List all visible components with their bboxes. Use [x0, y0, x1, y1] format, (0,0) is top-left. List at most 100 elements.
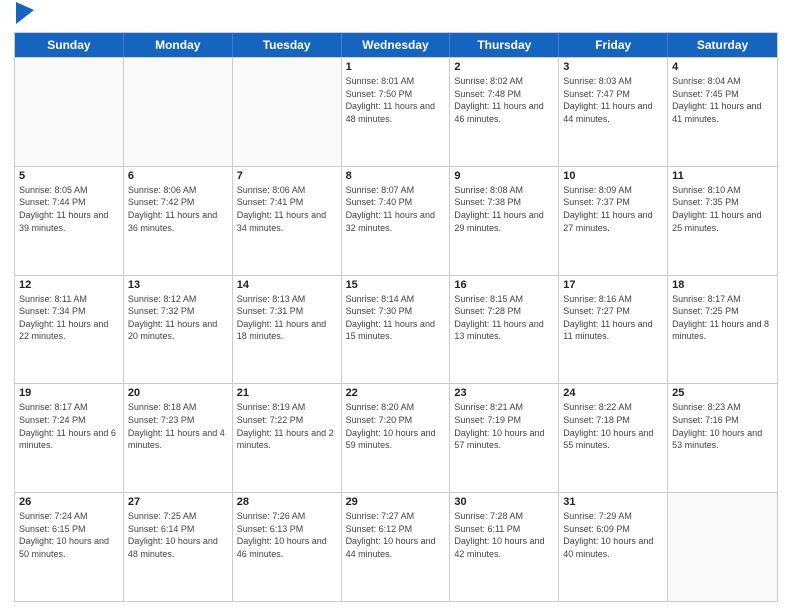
- calendar-cell: 30 Sunrise: 7:28 AM Sunset: 6:11 PM Dayli…: [450, 493, 559, 601]
- day-info: Sunrise: 7:28 AM Sunset: 6:11 PM Dayligh…: [454, 510, 554, 560]
- calendar-cell: 26 Sunrise: 7:24 AM Sunset: 6:15 PM Dayli…: [15, 493, 124, 601]
- header-cell-thursday: Thursday: [450, 33, 559, 57]
- day-number: 31: [563, 496, 663, 508]
- day-number: 15: [346, 279, 446, 291]
- header-cell-monday: Monday: [124, 33, 233, 57]
- calendar-cell: 16 Sunrise: 8:15 AM Sunset: 7:28 PM Dayli…: [450, 276, 559, 384]
- day-number: 7: [237, 170, 337, 182]
- calendar-cell: 19 Sunrise: 8:17 AM Sunset: 7:24 PM Dayli…: [15, 384, 124, 492]
- day-info: Sunrise: 8:18 AM Sunset: 7:23 PM Dayligh…: [128, 401, 228, 451]
- day-number: 29: [346, 496, 446, 508]
- day-number: 22: [346, 387, 446, 399]
- calendar-week-4: 19 Sunrise: 8:17 AM Sunset: 7:24 PM Dayli…: [15, 383, 777, 492]
- day-info: Sunrise: 7:27 AM Sunset: 6:12 PM Dayligh…: [346, 510, 446, 560]
- day-info: Sunrise: 8:06 AM Sunset: 7:41 PM Dayligh…: [237, 184, 337, 234]
- day-number: 18: [672, 279, 773, 291]
- day-info: Sunrise: 7:24 AM Sunset: 6:15 PM Dayligh…: [19, 510, 119, 560]
- day-info: Sunrise: 8:17 AM Sunset: 7:24 PM Dayligh…: [19, 401, 119, 451]
- day-info: Sunrise: 8:17 AM Sunset: 7:25 PM Dayligh…: [672, 293, 773, 343]
- logo: [14, 10, 34, 24]
- calendar-cell: 7 Sunrise: 8:06 AM Sunset: 7:41 PM Daylig…: [233, 167, 342, 275]
- calendar-cell: 21 Sunrise: 8:19 AM Sunset: 7:22 PM Dayli…: [233, 384, 342, 492]
- calendar-cell: 12Sunrise: 8:11 AM Sunset: 7:34 PM Dayli…: [15, 276, 124, 384]
- calendar-cell: 17 Sunrise: 8:16 AM Sunset: 7:27 PM Dayli…: [559, 276, 668, 384]
- header-cell-sunday: Sunday: [15, 33, 124, 57]
- day-info: Sunrise: 8:04 AM Sunset: 7:45 PM Dayligh…: [672, 75, 773, 125]
- calendar-cell: 13 Sunrise: 8:12 AM Sunset: 7:32 PM Dayli…: [124, 276, 233, 384]
- day-number: 11: [672, 170, 773, 182]
- calendar-cell: 9 Sunrise: 8:08 AM Sunset: 7:38 PM Daylig…: [450, 167, 559, 275]
- day-number: 8: [346, 170, 446, 182]
- calendar-cell: 27Sunrise: 7:25 AM Sunset: 6:14 PM Dayli…: [124, 493, 233, 601]
- day-info: Sunrise: 7:25 AM Sunset: 6:14 PM Dayligh…: [128, 510, 228, 560]
- calendar-cell: 2 Sunrise: 8:02 AM Sunset: 7:48 PM Daylig…: [450, 58, 559, 166]
- day-number: 20: [128, 387, 228, 399]
- day-number: 19: [19, 387, 119, 399]
- day-info: Sunrise: 8:07 AM Sunset: 7:40 PM Dayligh…: [346, 184, 446, 234]
- calendar-cell: [668, 493, 777, 601]
- calendar-cell: 14 Sunrise: 8:13 AM Sunset: 7:31 PM Dayli…: [233, 276, 342, 384]
- day-number: 10: [563, 170, 663, 182]
- day-info: Sunrise: 8:01 AM Sunset: 7:50 PM Dayligh…: [346, 75, 446, 125]
- day-info: Sunrise: 8:15 AM Sunset: 7:28 PM Dayligh…: [454, 293, 554, 343]
- day-number: 2: [454, 61, 554, 73]
- day-info: Sunrise: 8:11 AM Sunset: 7:34 PM Dayligh…: [19, 293, 119, 343]
- day-number: 30: [454, 496, 554, 508]
- calendar-cell: 15 Sunrise: 8:14 AM Sunset: 7:30 PM Dayli…: [342, 276, 451, 384]
- calendar-cell: 4 Sunrise: 8:04 AM Sunset: 7:45 PM Daylig…: [668, 58, 777, 166]
- day-number: 5: [19, 170, 119, 182]
- day-info: Sunrise: 8:13 AM Sunset: 7:31 PM Dayligh…: [237, 293, 337, 343]
- calendar-cell: 18 Sunrise: 8:17 AM Sunset: 7:25 PM Dayli…: [668, 276, 777, 384]
- calendar-cell: 25Sunrise: 8:23 AM Sunset: 7:16 PM Dayli…: [668, 384, 777, 492]
- day-info: Sunrise: 8:03 AM Sunset: 7:47 PM Dayligh…: [563, 75, 663, 125]
- day-info: Sunrise: 8:19 AM Sunset: 7:22 PM Dayligh…: [237, 401, 337, 451]
- calendar-cell: 6Sunrise: 8:06 AM Sunset: 7:42 PM Daylig…: [124, 167, 233, 275]
- day-number: 1: [346, 61, 446, 73]
- calendar-cell: 28 Sunrise: 7:26 AM Sunset: 6:13 PM Dayli…: [233, 493, 342, 601]
- day-number: 21: [237, 387, 337, 399]
- day-info: Sunrise: 8:10 AM Sunset: 7:35 PM Dayligh…: [672, 184, 773, 234]
- day-number: 16: [454, 279, 554, 291]
- day-info: Sunrise: 8:14 AM Sunset: 7:30 PM Dayligh…: [346, 293, 446, 343]
- day-info: Sunrise: 8:02 AM Sunset: 7:48 PM Dayligh…: [454, 75, 554, 125]
- calendar-cell: 22 Sunrise: 8:20 AM Sunset: 7:20 PM Dayli…: [342, 384, 451, 492]
- calendar-cell: 29 Sunrise: 7:27 AM Sunset: 6:12 PM Dayli…: [342, 493, 451, 601]
- day-number: 14: [237, 279, 337, 291]
- day-info: Sunrise: 8:16 AM Sunset: 7:27 PM Dayligh…: [563, 293, 663, 343]
- calendar-cell: 31 Sunrise: 7:29 AM Sunset: 6:09 PM Dayli…: [559, 493, 668, 601]
- calendar-cell: 23 Sunrise: 8:21 AM Sunset: 7:19 PM Dayli…: [450, 384, 559, 492]
- calendar-cell: 5Sunrise: 8:05 AM Sunset: 7:44 PM Daylig…: [15, 167, 124, 275]
- day-info: Sunrise: 7:26 AM Sunset: 6:13 PM Dayligh…: [237, 510, 337, 560]
- day-number: 28: [237, 496, 337, 508]
- header-cell-saturday: Saturday: [668, 33, 777, 57]
- calendar-week-1: 1 Sunrise: 8:01 AM Sunset: 7:50 PM Daylig…: [15, 57, 777, 166]
- header-cell-wednesday: Wednesday: [342, 33, 451, 57]
- calendar-cell: [233, 58, 342, 166]
- day-number: 17: [563, 279, 663, 291]
- day-number: 23: [454, 387, 554, 399]
- calendar-cell: 10 Sunrise: 8:09 AM Sunset: 7:37 PM Dayli…: [559, 167, 668, 275]
- day-info: Sunrise: 8:12 AM Sunset: 7:32 PM Dayligh…: [128, 293, 228, 343]
- calendar-body: 1 Sunrise: 8:01 AM Sunset: 7:50 PM Daylig…: [15, 57, 777, 601]
- page-header: [14, 10, 778, 24]
- day-info: Sunrise: 8:09 AM Sunset: 7:37 PM Dayligh…: [563, 184, 663, 234]
- calendar-cell: 8 Sunrise: 8:07 AM Sunset: 7:40 PM Daylig…: [342, 167, 451, 275]
- day-info: Sunrise: 8:08 AM Sunset: 7:38 PM Dayligh…: [454, 184, 554, 234]
- calendar: SundayMondayTuesdayWednesdayThursdayFrid…: [14, 32, 778, 602]
- day-info: Sunrise: 8:23 AM Sunset: 7:16 PM Dayligh…: [672, 401, 773, 451]
- calendar-cell: 11 Sunrise: 8:10 AM Sunset: 7:35 PM Dayli…: [668, 167, 777, 275]
- day-number: 26: [19, 496, 119, 508]
- calendar-week-2: 5Sunrise: 8:05 AM Sunset: 7:44 PM Daylig…: [15, 166, 777, 275]
- calendar-cell: 24Sunrise: 8:22 AM Sunset: 7:18 PM Dayli…: [559, 384, 668, 492]
- calendar-cell: 1 Sunrise: 8:01 AM Sunset: 7:50 PM Daylig…: [342, 58, 451, 166]
- day-number: 4: [672, 61, 773, 73]
- day-info: Sunrise: 7:29 AM Sunset: 6:09 PM Dayligh…: [563, 510, 663, 560]
- day-number: 9: [454, 170, 554, 182]
- day-number: 6: [128, 170, 228, 182]
- day-number: 13: [128, 279, 228, 291]
- day-info: Sunrise: 8:20 AM Sunset: 7:20 PM Dayligh…: [346, 401, 446, 451]
- day-info: Sunrise: 8:22 AM Sunset: 7:18 PM Dayligh…: [563, 401, 663, 451]
- calendar-header: SundayMondayTuesdayWednesdayThursdayFrid…: [15, 33, 777, 57]
- day-info: Sunrise: 8:21 AM Sunset: 7:19 PM Dayligh…: [454, 401, 554, 451]
- day-number: 3: [563, 61, 663, 73]
